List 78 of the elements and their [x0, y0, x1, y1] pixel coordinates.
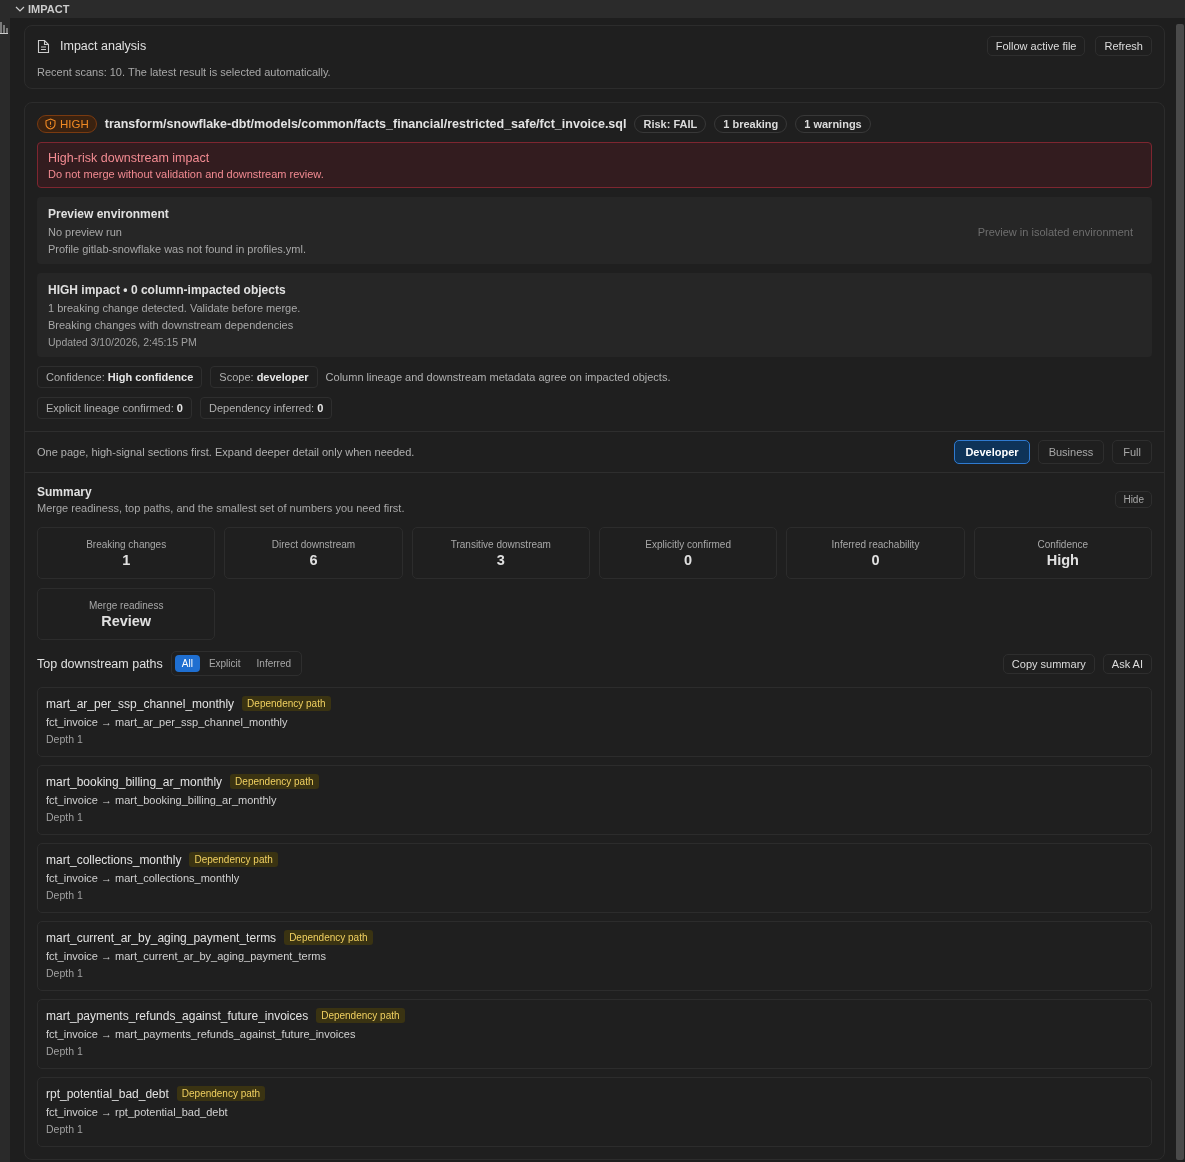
document-icon — [37, 38, 50, 54]
path-depth: Depth 1 — [46, 889, 84, 901]
path-depth: Depth 1 — [46, 733, 84, 745]
metric-label: Explicitly confirmed — [645, 538, 731, 550]
model-name: mart_current_ar_by_aging_payment_terms — [46, 930, 277, 945]
preview-detail: Profile gitlab-snowflake was not found in profiles.yml. — [48, 243, 307, 255]
impact-line: Breaking changes with downstream dependencies — [48, 319, 295, 331]
view-mode-tab[interactable]: Developer — [954, 440, 1030, 464]
metric-value: 1 — [122, 551, 131, 568]
metric-label: Transitive downstream — [450, 538, 551, 550]
path-action-button[interactable]: Copy summary — [1002, 653, 1095, 674]
updated-time: Updated 3/10/2026, 2:45:15 PM — [48, 336, 198, 348]
path-route: fct_invoice → mart_ar_per_ssp_channel_monthly — [46, 716, 289, 728]
header-button[interactable]: Follow active file — [986, 36, 1086, 56]
path-tag: Dependency path — [316, 1008, 405, 1023]
chevron-icon[interactable] — [15, 4, 25, 14]
view-mode-tab[interactable]: Full — [1112, 440, 1152, 464]
model-name: mart_booking_billing_ar_monthly — [46, 774, 223, 789]
metric-value: 0 — [684, 551, 693, 568]
path-route: fct_invoice → mart_booking_billing_ar_monthly — [46, 794, 278, 806]
metric-label: Direct downstream — [271, 538, 356, 550]
fact-pill: Dependency inferred: 0 — [199, 397, 333, 419]
scrollbar[interactable] — [1176, 24, 1184, 1160]
shield-icon — [45, 118, 56, 130]
impact-title: HIGH impact • 0 column-impacted objects — [48, 283, 287, 297]
path-tag: Dependency path — [284, 930, 373, 945]
section-header[interactable]: IMPACT — [10, 0, 1185, 18]
path-route: fct_invoice → mart_collections_monthly — [46, 872, 241, 884]
fact-pill: Confidence: High confidence — [37, 366, 203, 388]
impact-line: 1 breaking change detected. Validate before merge. — [48, 302, 302, 314]
summary-title: Summary — [37, 485, 93, 499]
file-path: transform/snowflake-dbt/models/common/facts_financial/restricted_safe/fct_invoice.sql — [104, 117, 627, 131]
path-depth: Depth 1 — [46, 811, 84, 823]
paths-title: Top downstream paths — [37, 656, 163, 671]
hide-button[interactable]: Hide — [1115, 491, 1152, 508]
metric-value: Review — [101, 612, 152, 629]
path-depth: Depth 1 — [46, 967, 84, 979]
bar-chart-icon[interactable] — [0, 20, 8, 34]
preview-title: Preview environment — [48, 207, 170, 221]
preview-status: No preview run — [48, 226, 122, 238]
metric-label: Merge readiness — [88, 599, 164, 611]
path-depth: Depth 1 — [46, 1045, 84, 1057]
section-title: IMPACT — [28, 3, 70, 15]
filter-tab[interactable]: Explicit — [201, 655, 248, 672]
path-route: fct_invoice → mart_payments_refunds_against_future_invoices — [46, 1028, 357, 1040]
metric-label: Confidence — [1037, 538, 1089, 550]
scan-status: Recent scans: 10. The latest result is selected automatically. — [37, 66, 332, 78]
filter-tab[interactable]: Inferred — [249, 655, 299, 672]
metric-value: 6 — [309, 551, 318, 568]
path-depth: Depth 1 — [46, 1123, 84, 1135]
alert-title: High-risk downstream impact — [48, 151, 211, 165]
fact-pill: Scope: developer — [210, 366, 318, 388]
path-tag: Dependency path — [176, 1086, 266, 1101]
alert-message: Do not merge without validation and downstream review. — [48, 168, 325, 180]
model-name: mart_collections_monthly — [46, 852, 182, 867]
model-name: rpt_potential_bad_debt — [46, 1086, 169, 1101]
path-route: fct_invoice → mart_current_ar_by_aging_payment_terms — [46, 950, 328, 962]
path-route: fct_invoice → rpt_potential_bad_debt — [46, 1106, 229, 1118]
fact-note: Column lineage and downstream metadata agree on impacted objects. — [325, 371, 671, 383]
model-name: mart_ar_per_ssp_channel_monthly — [46, 696, 235, 711]
panel-title: Impact analysis — [60, 39, 147, 53]
fact-pill: Explicit lineage confirmed: 0 — [37, 397, 192, 419]
path-tag: Dependency path — [189, 852, 278, 867]
path-tag: Dependency path — [242, 696, 331, 711]
view-hint: One page, high-signal sections first. Expand deeper detail only when needed. — [37, 446, 415, 458]
header-button[interactable]: Refresh — [1095, 36, 1152, 56]
path-action-button[interactable]: Ask AI — [1102, 653, 1152, 674]
metric-label: Inferred reachability — [831, 538, 920, 550]
severity-badge: HIGH — [37, 115, 97, 133]
summary-subtitle: Merge readiness, top paths, and the smallest set of numbers you need first. — [37, 502, 405, 514]
metric-value: 0 — [871, 551, 880, 568]
path-tag: Dependency path — [230, 774, 319, 789]
metric-label: Breaking changes — [86, 538, 167, 550]
metric-value: High — [1046, 551, 1079, 568]
metric-value: 3 — [496, 551, 505, 568]
view-mode-tab[interactable]: Business — [1037, 440, 1105, 464]
model-name: mart_payments_refunds_against_future_invoices — [46, 1008, 309, 1023]
filter-tab[interactable]: All — [174, 655, 200, 672]
